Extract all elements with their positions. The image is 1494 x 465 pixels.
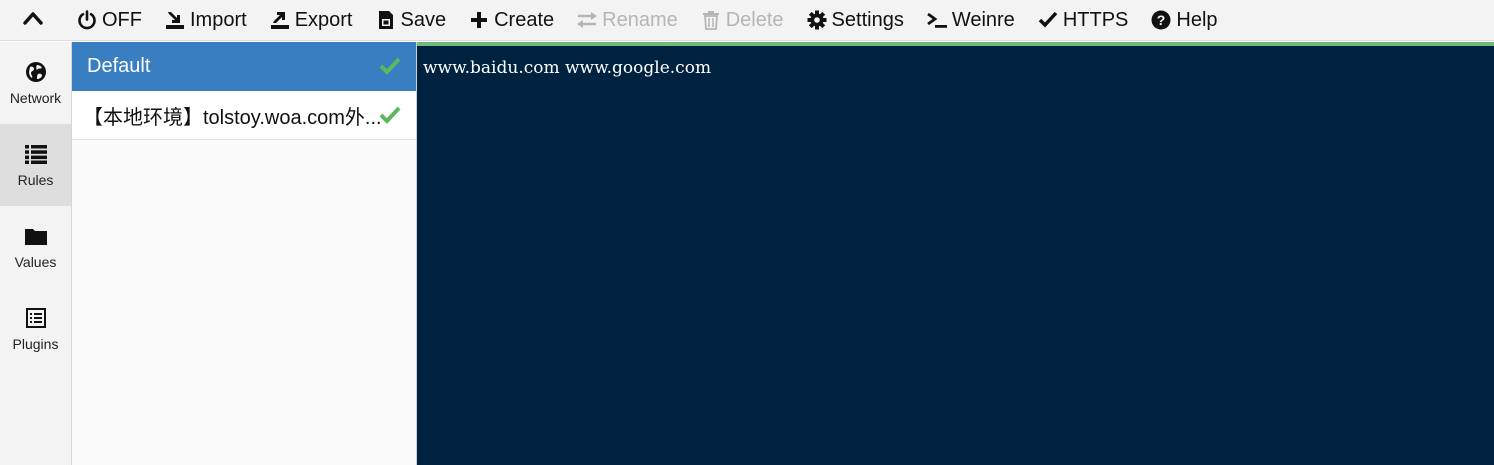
svg-text:?: ? <box>1157 12 1166 28</box>
question-icon: ? <box>1150 9 1172 31</box>
nav-item-rules[interactable]: Rules <box>0 124 71 206</box>
nav-item-values[interactable]: Values <box>0 206 71 288</box>
rule-item-default[interactable]: Default <box>72 42 416 91</box>
rename-button[interactable]: Rename <box>565 0 689 41</box>
https-button[interactable]: HTTPS <box>1026 0 1140 41</box>
rules-list: Default 【本地环境】tolstoy.woa.com外... <box>72 42 417 465</box>
save-button-label: Save <box>400 8 447 31</box>
rename-icon <box>576 9 598 31</box>
weinre-button-label: Weinre <box>951 8 1015 31</box>
folder-icon <box>24 224 48 248</box>
editor-text[interactable]: www.baidu.com www.google.com <box>417 46 1494 90</box>
rule-item-local-env[interactable]: 【本地环境】tolstoy.woa.com外... <box>72 91 416 140</box>
nav-item-network-label: Network <box>9 90 62 106</box>
toolbar: OFF Import Export Save Create Rename Del… <box>0 0 1494 41</box>
collapse-toggle-button[interactable] <box>0 0 65 41</box>
settings-button-label: Settings <box>831 8 904 31</box>
terminal-icon <box>926 9 948 31</box>
nav-item-values-label: Values <box>14 254 57 270</box>
export-button[interactable]: Export <box>258 0 364 41</box>
save-icon <box>375 9 397 31</box>
globe-icon <box>24 60 48 84</box>
trash-icon <box>700 9 722 31</box>
power-icon <box>76 9 98 31</box>
gear-icon <box>806 9 828 31</box>
import-button[interactable]: Import <box>153 0 258 41</box>
import-button-label: Import <box>190 8 247 31</box>
rule-editor[interactable]: www.baidu.com www.google.com <box>417 42 1494 465</box>
save-button[interactable]: Save <box>364 0 458 41</box>
help-button[interactable]: ? Help <box>1139 0 1228 41</box>
delete-button[interactable]: Delete <box>689 0 795 41</box>
plugin-icon <box>24 306 48 330</box>
rule-name: Default <box>87 54 151 77</box>
export-icon <box>269 9 291 31</box>
export-button-label: Export <box>294 8 353 31</box>
import-icon <box>164 9 186 31</box>
chevron-up-icon <box>22 11 43 30</box>
create-button-label: Create <box>494 8 555 31</box>
weinre-button[interactable]: Weinre <box>915 0 1026 41</box>
create-button[interactable]: Create <box>457 0 565 41</box>
list-icon <box>24 142 48 166</box>
side-navigation: Network Rules Values Plugins <box>0 42 72 465</box>
help-button-label: Help <box>1176 8 1218 31</box>
nav-item-plugins[interactable]: Plugins <box>0 288 71 370</box>
off-button[interactable]: OFF <box>65 0 153 41</box>
enabled-check-icon <box>378 103 402 127</box>
delete-button-label: Delete <box>725 8 784 31</box>
rule-name: 【本地环境】tolstoy.woa.com外... <box>83 106 382 129</box>
enabled-check-icon <box>378 54 402 78</box>
off-button-label: OFF <box>102 8 142 31</box>
plus-icon <box>468 9 490 31</box>
check-icon <box>1037 9 1059 31</box>
nav-item-plugins-label: Plugins <box>12 336 59 352</box>
nav-item-rules-label: Rules <box>17 172 54 188</box>
https-button-label: HTTPS <box>1062 8 1129 31</box>
settings-button[interactable]: Settings <box>795 0 915 41</box>
nav-item-network[interactable]: Network <box>0 42 71 124</box>
rename-button-label: Rename <box>602 8 678 31</box>
